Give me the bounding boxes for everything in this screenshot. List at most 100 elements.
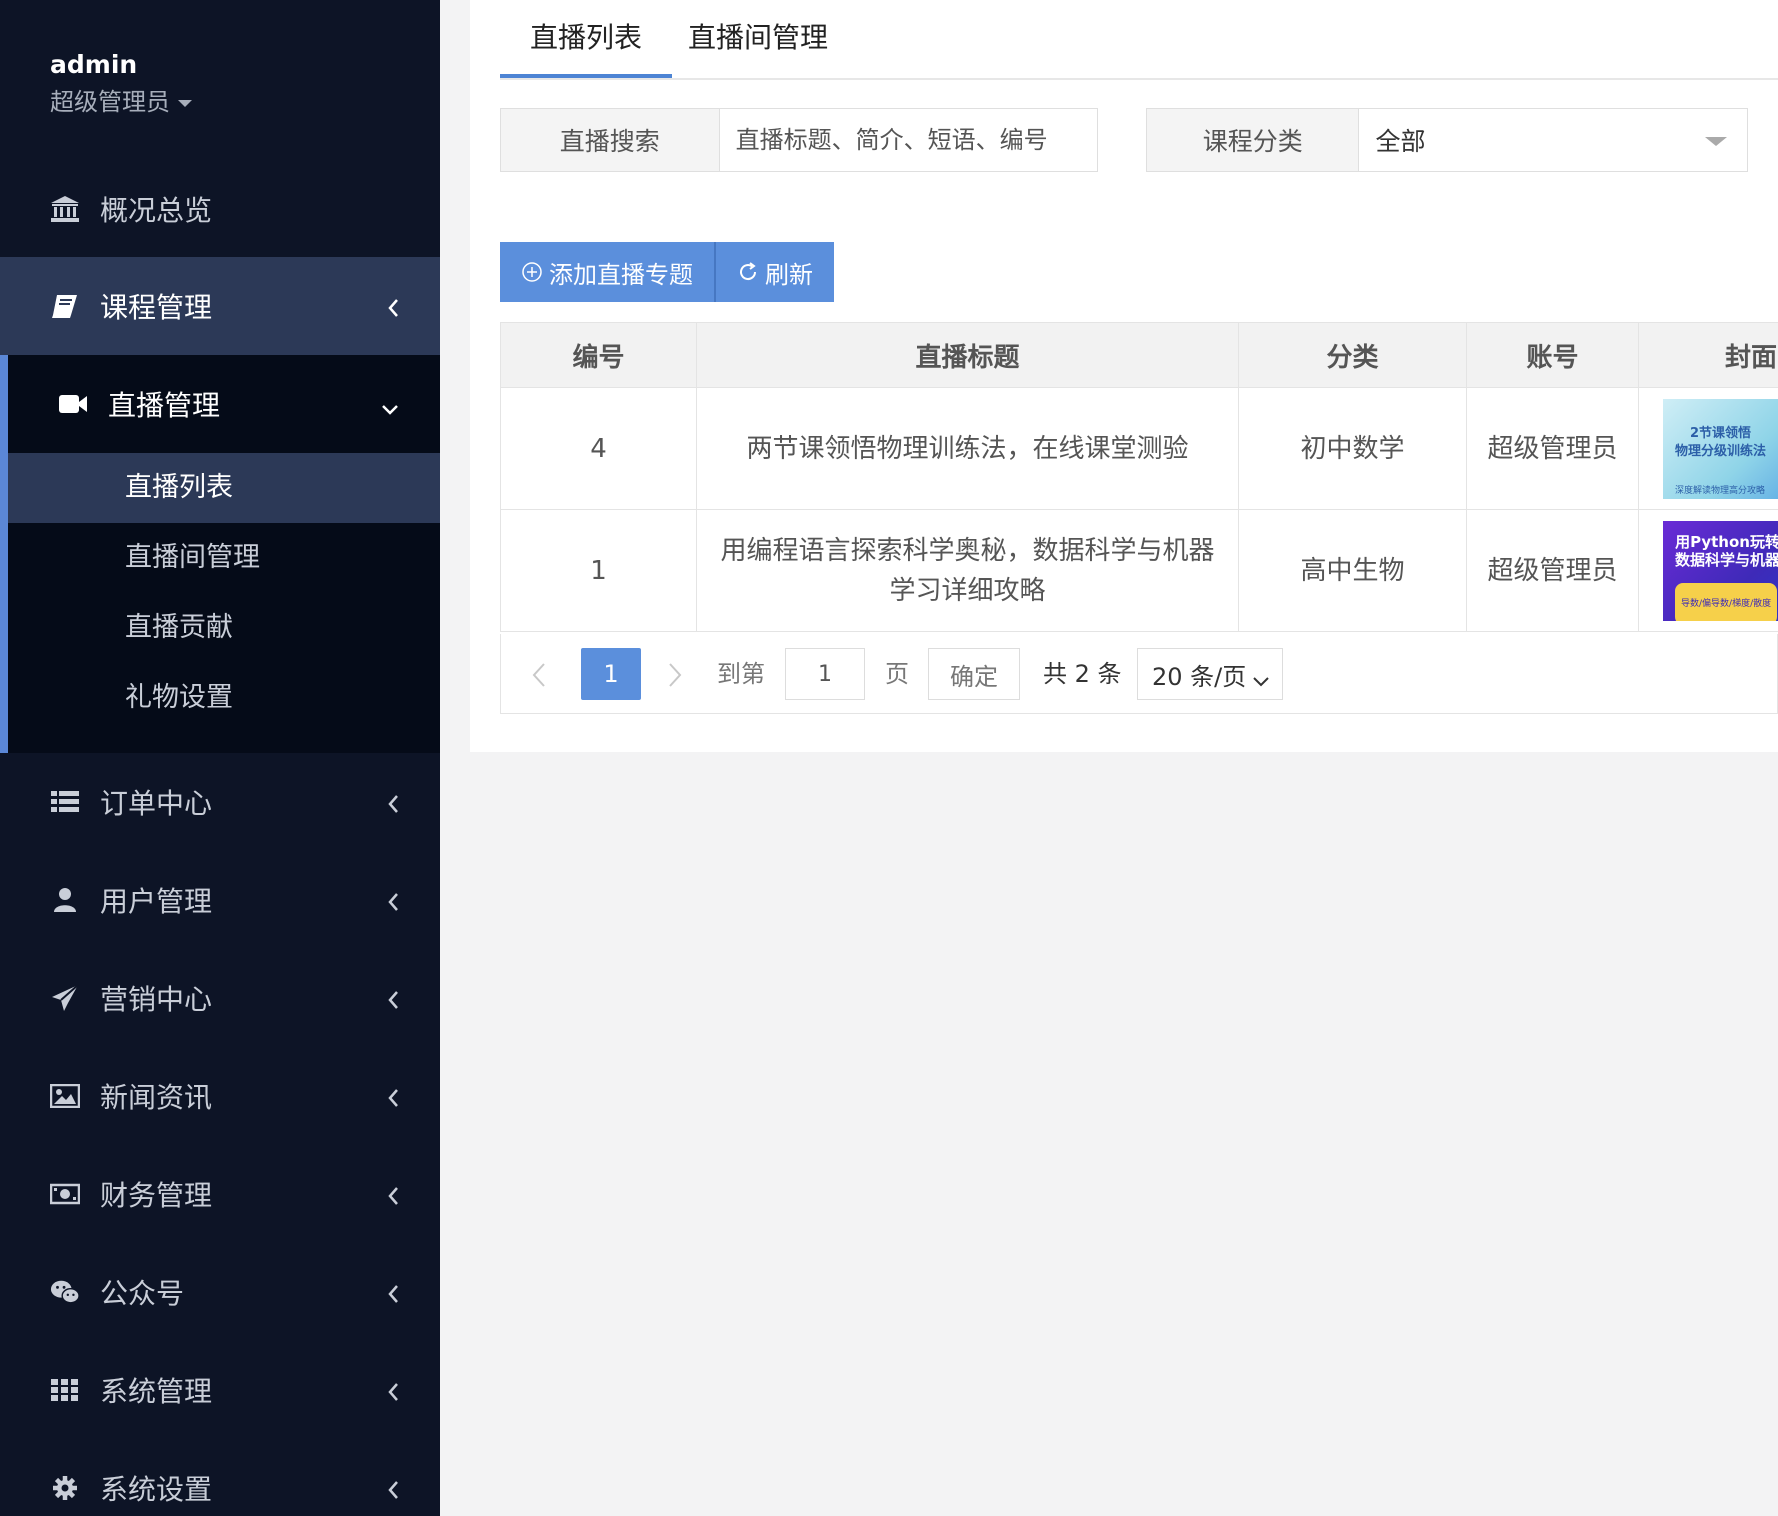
page-button-current[interactable]: 1	[581, 648, 641, 700]
cover-thumbnail[interactable]: 2节课领悟 物理分级训练法 深度解读物理高分攻略	[1663, 398, 1778, 499]
sidebar-item-label: 系统设置	[100, 1473, 213, 1506]
user-role-dropdown[interactable]: 超级管理员	[50, 84, 192, 120]
chevron-down-icon	[380, 391, 400, 424]
sidebar-item-overview[interactable]: 概况总览	[0, 160, 440, 258]
sidebar-item-label: 订单中心	[100, 787, 213, 820]
cell-category: 高中生物	[1238, 509, 1467, 632]
dropdown-triangle-icon	[1705, 137, 1727, 146]
cover-text: 用Python玩转 数据科学与机器	[1675, 532, 1778, 569]
sidebar-item-courses[interactable]: 课程管理	[0, 257, 440, 355]
table-header-row: 编号 直播标题 分类 账号 封面	[500, 322, 1778, 388]
column-header-account[interactable]: 账号	[1466, 322, 1639, 388]
sidebar-item-finance[interactable]: 财务管理	[0, 1145, 440, 1243]
sidebar-item-orders[interactable]: 订单中心	[0, 753, 440, 851]
video-camera-icon	[58, 389, 88, 419]
main-content: 直播列表 直播间管理 直播搜索 课程分类 全部 添加直播专题 刷新	[440, 0, 1778, 1516]
sidebar-item-label: 营销中心	[100, 983, 213, 1016]
book-icon	[50, 291, 80, 321]
sidebar-subitem-gift-settings[interactable]: 礼物设置	[8, 663, 440, 733]
column-header-title[interactable]: 直播标题	[696, 322, 1239, 388]
cell-cover: 用Python玩转 数据科学与机器 导数/偏导数/梯度/散度	[1638, 509, 1778, 632]
cover-text: 2节课领悟 物理分级训练法	[1675, 425, 1767, 459]
sidebar-item-label: 财务管理	[100, 1179, 213, 1212]
tab-live-list[interactable]: 直播列表	[500, 0, 672, 78]
sidebar-item-label: 系统管理	[100, 1375, 213, 1408]
add-live-topic-label: 添加直播专题	[549, 260, 693, 289]
sidebar-item-marketing[interactable]: 营销中心	[0, 949, 440, 1047]
cell-id: 1	[500, 509, 697, 632]
refresh-icon	[737, 261, 759, 283]
bank-icon	[50, 194, 80, 224]
cell-title: 两节课领悟物理训练法，在线课堂测验	[696, 387, 1239, 510]
chevron-left-icon	[386, 1181, 400, 1214]
sidebar-item-label: 课程管理	[100, 291, 213, 324]
cell-account: 超级管理员	[1466, 387, 1639, 510]
cell-cover: 2节课领悟 物理分级训练法 深度解读物理高分攻略	[1638, 387, 1778, 510]
chevron-left-icon	[386, 1279, 400, 1312]
refresh-button[interactable]: 刷新	[714, 242, 834, 302]
chevron-down-icon	[1252, 667, 1270, 695]
sidebar: admin 超级管理员 概况总览 课程管理 直播管理 直播列表 直播间管理 直播…	[0, 0, 440, 1516]
goto-label: 到第	[717, 660, 765, 688]
category-select[interactable]: 全部	[1359, 109, 1747, 171]
table-row[interactable]: 4 两节课领悟物理训练法，在线课堂测验 初中数学 超级管理员 2节课领悟 物理分级…	[500, 387, 1778, 510]
sidebar-item-system-management[interactable]: 系统管理	[0, 1341, 440, 1439]
wechat-icon	[50, 1277, 80, 1307]
gear-icon	[50, 1473, 80, 1503]
cover-thumbnail[interactable]: 用Python玩转 数据科学与机器 导数/偏导数/梯度/散度	[1663, 520, 1778, 621]
list-icon	[50, 787, 80, 817]
user-role: 超级管理员	[50, 88, 170, 116]
goto-page-input[interactable]	[785, 648, 865, 700]
chevron-left-icon	[386, 1377, 400, 1410]
cell-title: 用编程语言探索科学奥秘，数据科学与机器学习详细攻略	[696, 509, 1239, 632]
tab-bar: 直播列表 直播间管理	[500, 0, 1778, 80]
grid-icon	[50, 1375, 80, 1405]
sidebar-subitem-live-list[interactable]: 直播列表	[8, 453, 440, 523]
sidebar-subitem-live-contribution[interactable]: 直播贡献	[8, 593, 440, 663]
live-table: 编号 直播标题 分类 账号 封面 4 两节课领悟物理训练法，在线课堂测验 初中数…	[500, 322, 1778, 632]
cell-id: 4	[500, 387, 697, 510]
sidebar-item-users[interactable]: 用户管理	[0, 851, 440, 949]
refresh-label: 刷新	[765, 260, 813, 289]
sidebar-item-label: 概况总览	[100, 194, 213, 227]
action-button-group: 添加直播专题 刷新	[500, 242, 834, 302]
sidebar-item-label: 用户管理	[100, 885, 213, 918]
sidebar-item-official-account[interactable]: 公众号	[0, 1243, 440, 1341]
next-page-icon[interactable]	[667, 662, 683, 692]
search-label: 直播搜索	[501, 109, 720, 171]
sidebar-subitem-live-room[interactable]: 直播间管理	[8, 523, 440, 593]
money-icon	[50, 1179, 80, 1209]
sidebar-item-label: 新闻资讯	[100, 1081, 213, 1114]
page-size-value: 20 条/页	[1152, 662, 1247, 691]
sidebar-item-label: 直播管理	[108, 389, 221, 422]
page-size-select[interactable]: 20 条/页	[1137, 648, 1283, 700]
page-unit-label: 页	[885, 660, 909, 688]
total-count: 共 2 条	[1043, 660, 1122, 688]
column-header-cover[interactable]: 封面	[1638, 322, 1778, 388]
table-row[interactable]: 1 用编程语言探索科学奥秘，数据科学与机器学习详细攻略 高中生物 超级管理员 用…	[500, 509, 1778, 632]
sidebar-item-live[interactable]: 直播管理	[8, 355, 440, 453]
category-select-value: 全部	[1375, 127, 1426, 156]
column-header-id[interactable]: 编号	[500, 322, 697, 388]
tab-live-room[interactable]: 直播间管理	[672, 0, 844, 78]
add-live-topic-button[interactable]: 添加直播专题	[500, 242, 714, 302]
prev-page-icon[interactable]	[531, 662, 547, 692]
goto-confirm-button[interactable]: 确定	[928, 648, 1020, 700]
chevron-left-icon	[386, 789, 400, 822]
live-search-group: 直播搜索	[500, 108, 1098, 172]
submenu-accent-bar	[0, 355, 8, 753]
chevron-left-icon	[386, 887, 400, 920]
send-icon	[50, 983, 80, 1013]
column-header-category[interactable]: 分类	[1238, 322, 1467, 388]
sidebar-item-news[interactable]: 新闻资讯	[0, 1047, 440, 1145]
category-label: 课程分类	[1147, 109, 1360, 171]
sidebar-item-system-settings[interactable]: 系统设置	[0, 1439, 440, 1516]
user-name: admin	[50, 50, 138, 79]
pagination: 1 到第 页 确定 共 2 条 20 条/页	[500, 634, 1778, 714]
search-input[interactable]	[719, 109, 1097, 171]
cover-subtext: 导数/偏导数/梯度/散度	[1675, 582, 1778, 621]
chevron-left-icon	[386, 985, 400, 1018]
cover-subtext: 深度解读物理高分攻略	[1675, 485, 1766, 496]
image-icon	[50, 1081, 80, 1111]
live-submenu: 直播管理 直播列表 直播间管理 直播贡献 礼物设置	[0, 355, 440, 753]
